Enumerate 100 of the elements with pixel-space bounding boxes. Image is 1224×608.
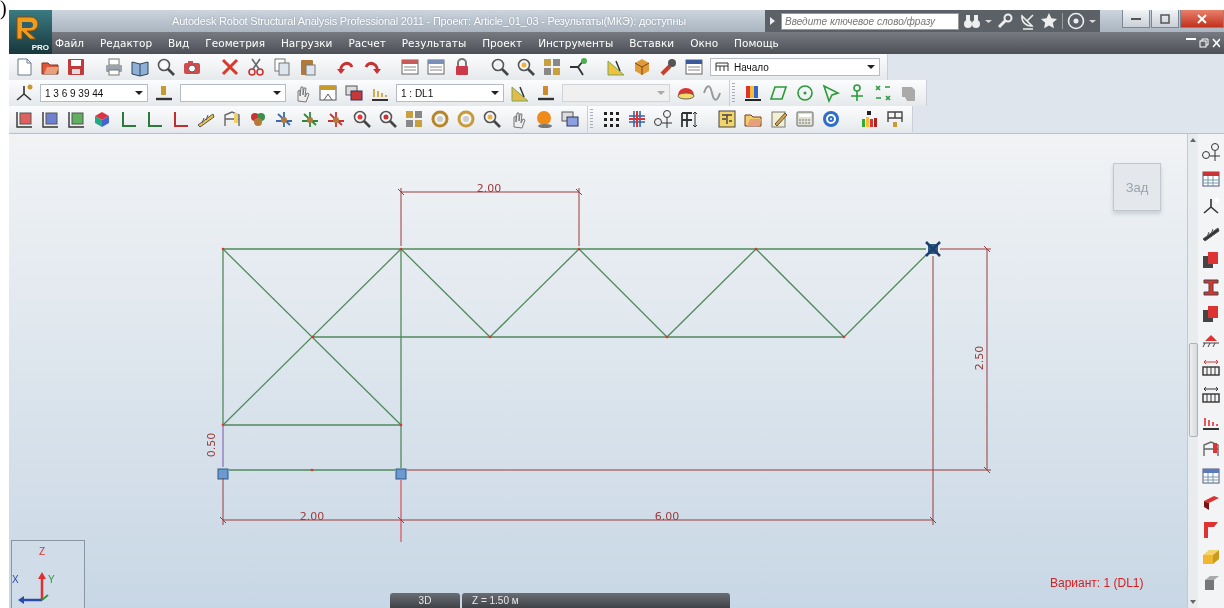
dropdown-field[interactable]: 1 3 6 9 39 44 bbox=[40, 84, 148, 102]
material-icon[interactable] bbox=[1201, 250, 1221, 270]
node-number-icon[interactable] bbox=[653, 109, 673, 129]
zoom-window-icon[interactable] bbox=[516, 57, 536, 77]
3d-view-icon[interactable] bbox=[92, 109, 112, 129]
view-xz-icon[interactable] bbox=[14, 109, 34, 129]
flag-icon[interactable] bbox=[1201, 520, 1221, 540]
printer-icon[interactable] bbox=[104, 57, 124, 77]
load-bar-icon[interactable] bbox=[536, 83, 556, 103]
scrollbar[interactable] bbox=[1187, 134, 1198, 608]
close-button[interactable] bbox=[1180, 10, 1224, 28]
view-tab[interactable]: Z = 1.50 м bbox=[462, 593, 730, 608]
search-field[interactable]: Введите ключевое слово/фразу bbox=[781, 12, 959, 30]
restore-icon[interactable] bbox=[1199, 38, 1209, 48]
frame-icon[interactable] bbox=[1201, 439, 1221, 459]
caret-icon[interactable] bbox=[867, 64, 875, 70]
menu-item[interactable]: Вид bbox=[168, 37, 190, 49]
view-yz-icon[interactable] bbox=[40, 109, 60, 129]
node-selection-icon[interactable] bbox=[14, 83, 34, 103]
table-icon[interactable] bbox=[426, 57, 446, 77]
node-number-icon[interactable] bbox=[1201, 142, 1221, 162]
binoculars-icon[interactable] bbox=[963, 12, 981, 30]
branch-icon[interactable] bbox=[568, 57, 588, 77]
triangle-ruler-icon[interactable] bbox=[606, 57, 626, 77]
node-icon[interactable] bbox=[1201, 196, 1221, 216]
scroll-up-icon[interactable] bbox=[1189, 137, 1197, 143]
maximize-button[interactable] bbox=[1151, 10, 1179, 28]
axes-joint-icon[interactable] bbox=[326, 109, 346, 129]
polygon-icon[interactable] bbox=[821, 83, 841, 103]
drawing-canvas[interactable]: 2.00 2.50 0.50 2.00 6.00 Зад Z X Y Вариант: 1 (DL1) 3D Z = 1.50 м bbox=[9, 134, 1187, 608]
dropdown-field[interactable]: 1 : DL1 bbox=[396, 84, 504, 102]
zoom-icon[interactable] bbox=[490, 57, 510, 77]
menu-item[interactable]: Вставки bbox=[629, 37, 675, 49]
beam-section-icon[interactable] bbox=[1201, 493, 1221, 513]
menu-item[interactable]: Нагрузки bbox=[280, 37, 333, 49]
star-icon[interactable] bbox=[1040, 12, 1058, 30]
scrollbar-thumb[interactable] bbox=[1188, 343, 1198, 437]
delete-icon[interactable] bbox=[220, 57, 240, 77]
sphere-icon[interactable] bbox=[534, 109, 554, 129]
menu-item[interactable]: Инструменты bbox=[538, 37, 614, 49]
print-preview-icon[interactable] bbox=[156, 57, 176, 77]
axes-joint-icon[interactable] bbox=[300, 109, 320, 129]
satellite-icon[interactable] bbox=[1018, 12, 1036, 30]
scroll-down-icon[interactable] bbox=[1189, 599, 1197, 605]
bar-selection-icon[interactable] bbox=[154, 83, 174, 103]
caret-icon[interactable] bbox=[273, 90, 281, 96]
beam-dimension-icon[interactable] bbox=[1201, 358, 1221, 378]
menu-item[interactable]: Файл bbox=[55, 37, 84, 49]
dropdown-field[interactable]: Начало bbox=[710, 58, 880, 76]
parallelogram-icon[interactable] bbox=[769, 83, 789, 103]
view-xy-icon[interactable] bbox=[66, 109, 86, 129]
window-icon[interactable] bbox=[318, 83, 338, 103]
menu-item[interactable]: Расчет bbox=[348, 37, 386, 49]
menu-item[interactable]: Результаты bbox=[401, 37, 467, 49]
menu-item[interactable]: Окно bbox=[690, 37, 719, 49]
menu-item[interactable]: Проект bbox=[482, 37, 523, 49]
close-icon[interactable] bbox=[1212, 38, 1220, 48]
window-save-icon[interactable] bbox=[344, 83, 364, 103]
frame-icon[interactable] bbox=[222, 109, 242, 129]
grid-icon[interactable] bbox=[542, 57, 562, 77]
menu-item[interactable]: Геометрия bbox=[205, 37, 265, 49]
save-icon[interactable] bbox=[66, 57, 86, 77]
grid-icon[interactable] bbox=[404, 109, 424, 129]
grid-icon[interactable] bbox=[627, 109, 647, 129]
wave-icon[interactable] bbox=[702, 83, 722, 103]
section-icon[interactable] bbox=[1201, 277, 1221, 297]
zoom-icon[interactable] bbox=[352, 109, 372, 129]
new-document-icon[interactable] bbox=[14, 57, 34, 77]
axis-label: Y bbox=[48, 575, 55, 585]
panel-icon[interactable] bbox=[717, 109, 737, 129]
dimension-icon[interactable] bbox=[679, 109, 699, 129]
layout-icon[interactable] bbox=[684, 57, 704, 77]
beam-icon[interactable] bbox=[1201, 385, 1221, 405]
copy-icon[interactable] bbox=[272, 57, 292, 77]
axes-joint-icon[interactable] bbox=[274, 109, 294, 129]
paste-icon[interactable] bbox=[298, 57, 318, 77]
scissors-icon[interactable] bbox=[246, 57, 266, 77]
windows-icon[interactable] bbox=[560, 109, 580, 129]
caret-icon[interactable] bbox=[491, 90, 499, 96]
minimize-button[interactable] bbox=[1122, 10, 1150, 28]
boxes-icon[interactable] bbox=[1201, 304, 1221, 324]
load-triangle-icon[interactable] bbox=[510, 83, 530, 103]
dot-grid-icon[interactable] bbox=[601, 109, 621, 129]
zoom-icon[interactable] bbox=[378, 109, 398, 129]
color-bar-icon[interactable] bbox=[743, 83, 763, 103]
section-table-icon[interactable] bbox=[1201, 169, 1221, 189]
table-icon[interactable] bbox=[885, 109, 905, 129]
menu-item[interactable]: Помощь bbox=[734, 37, 779, 49]
scatter-icon[interactable] bbox=[873, 83, 893, 103]
bar-chart-icon[interactable] bbox=[859, 109, 879, 129]
cube-icon[interactable] bbox=[632, 57, 652, 77]
table-icon[interactable] bbox=[1201, 466, 1221, 486]
view-tab[interactable]: 3D bbox=[390, 593, 460, 608]
caret-icon[interactable] bbox=[135, 90, 143, 96]
circle-icon[interactable] bbox=[795, 83, 815, 103]
expand-icon[interactable] bbox=[769, 16, 777, 26]
zoom-icon[interactable] bbox=[482, 109, 502, 129]
menu-item[interactable]: Редактор bbox=[100, 37, 153, 49]
notepad-icon[interactable] bbox=[769, 109, 789, 129]
dropdown-field[interactable] bbox=[180, 84, 286, 102]
